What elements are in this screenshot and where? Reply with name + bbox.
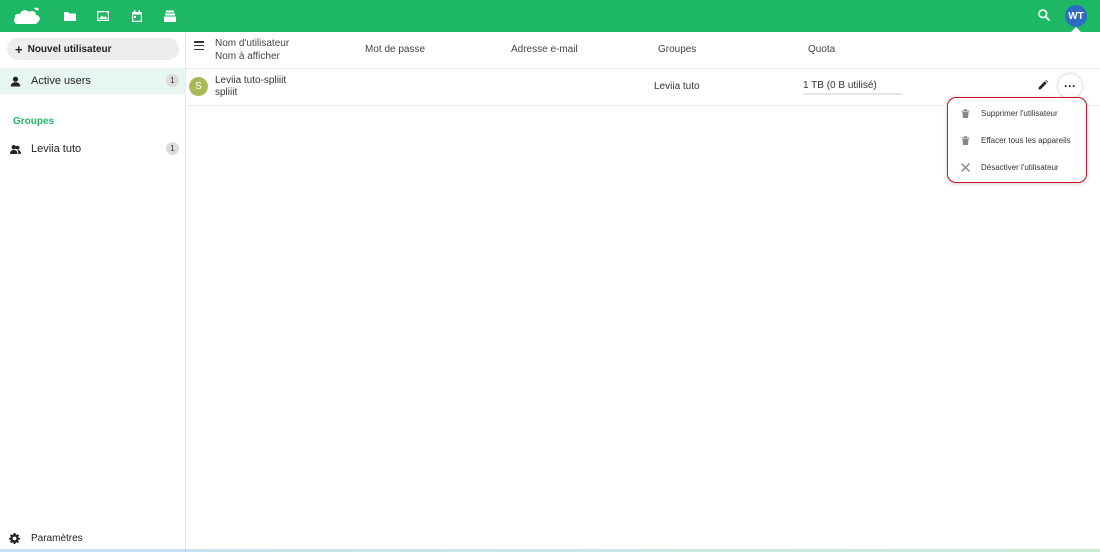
trash-icon — [960, 136, 970, 146]
avatar-letter: S — [195, 81, 202, 92]
column-header-groups: Groupes — [658, 44, 697, 55]
menu-toggle-icon[interactable] — [194, 41, 204, 50]
close-icon — [960, 163, 970, 173]
quota-progress-bar — [803, 93, 902, 95]
settings-label: Paramètres — [31, 532, 83, 544]
photos-icon[interactable] — [95, 8, 111, 24]
top-header: WT — [0, 0, 1100, 32]
settings-button[interactable]: Paramètres — [0, 528, 185, 548]
user-display-name: Leviia tuto-spliiit — [215, 75, 287, 86]
trash-icon — [960, 109, 970, 119]
sidebar-item-group-leviia-tuto[interactable]: Leviia tuto 1 — [0, 136, 185, 162]
plus-icon: + — [15, 41, 23, 57]
column-header-display-name: Nom à afficher — [215, 51, 280, 62]
menu-item-label: Désactiver l'utilisateur — [981, 163, 1059, 172]
gear-icon — [9, 532, 20, 544]
user-groups[interactable]: Leviia tuto — [654, 81, 700, 92]
group-icon — [10, 144, 21, 155]
new-user-label: Nouvel utilisateur — [27, 43, 112, 55]
sidebar-item-active-users[interactable]: Active users 1 — [0, 68, 185, 94]
more-icon: ··· — [1064, 79, 1076, 93]
menu-item-label: Effacer tous les appareils — [981, 136, 1071, 145]
avatar: S — [189, 77, 208, 96]
groups-heading: Groupes — [13, 116, 55, 127]
column-header-email: Adresse e-mail — [511, 44, 578, 55]
count-badge: 1 — [166, 142, 179, 155]
menu-item-disable-user[interactable]: Désactiver l'utilisateur — [948, 154, 1085, 181]
edit-icon[interactable] — [1038, 80, 1050, 92]
count-badge: 1 — [166, 74, 179, 87]
search-icon[interactable] — [1037, 8, 1053, 24]
menu-item-label: Supprimer l'utilisateur — [981, 109, 1058, 118]
files-icon[interactable] — [62, 8, 78, 24]
user-icon — [10, 76, 21, 87]
menu-item-delete-user[interactable]: Supprimer l'utilisateur — [948, 100, 1085, 127]
menu-item-wipe-devices[interactable]: Effacer tous les appareils — [948, 127, 1085, 154]
column-header-password: Mot de passe — [365, 44, 426, 55]
avatar-initials: WT — [1068, 10, 1084, 22]
sidebar-item-label: Active users — [31, 75, 91, 87]
user-quota[interactable]: 1 TB (0 B utilisé) — [803, 80, 877, 91]
deck-icon[interactable] — [162, 8, 178, 24]
new-user-button[interactable]: + Nouvel utilisateur — [7, 38, 179, 60]
sidebar-item-label: Leviia tuto — [31, 143, 82, 155]
sidebar: + Nouvel utilisateur Active users 1 Grou… — [0, 32, 186, 552]
user-username: spliiit — [215, 87, 238, 98]
column-header-username: Nom d'utilisateur — [215, 38, 290, 49]
user-list-header: Nom d'utilisateur Nom à afficher Mot de … — [186, 32, 1100, 69]
calendar-icon[interactable] — [129, 8, 145, 24]
column-header-quota: Quota — [808, 44, 836, 55]
user-avatar-menu[interactable]: WT — [1065, 5, 1087, 27]
nextcloud-logo-icon[interactable] — [12, 6, 42, 26]
more-actions-button[interactable]: ··· — [1058, 74, 1082, 98]
user-actions-menu: Supprimer l'utilisateur Effacer tous les… — [947, 97, 1087, 183]
